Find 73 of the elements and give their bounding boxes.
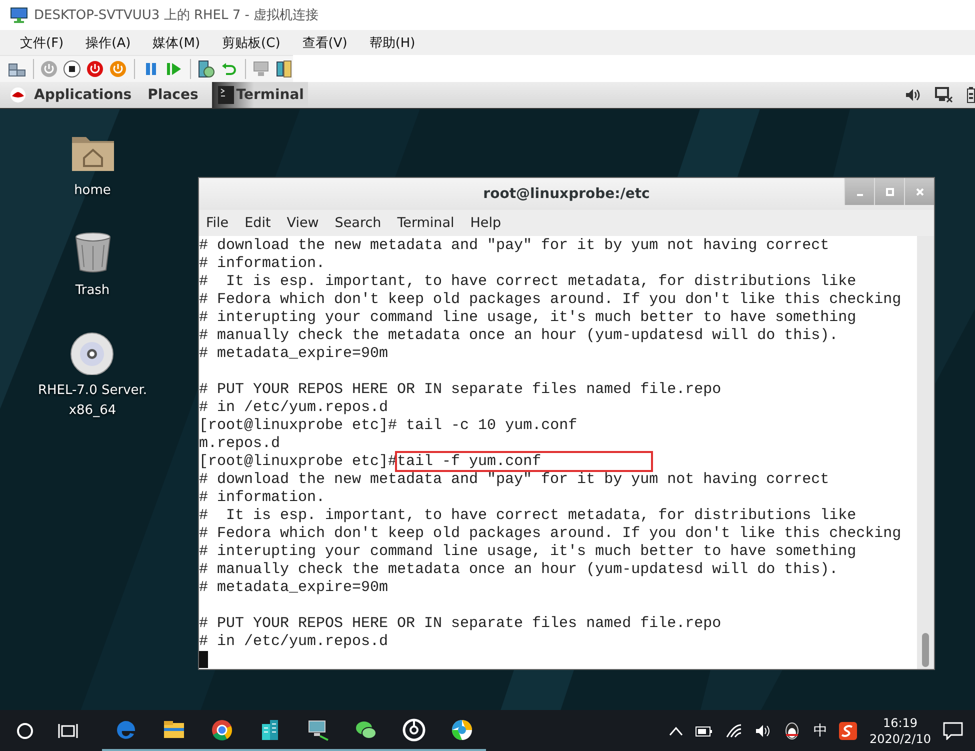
task-view-icon[interactable] [58,722,78,740]
output-line: # Fedora which don't keep old packages around. If you don't like this checking [199,291,902,308]
output-line: # It is esp. important, to have correct metadata, for distributions like [199,507,856,524]
menu-item[interactable]: Search [334,215,382,231]
chevron-up-icon[interactable] [669,726,684,736]
output-line: # in /etc/yum.repos.d [199,633,388,650]
server-icon[interactable] [196,60,215,78]
command-text: tail -f yum.conf [397,453,652,470]
menu-item[interactable]: 剪贴板(C) [222,34,280,52]
power-icon[interactable] [109,60,128,78]
input-method-indicator[interactable]: 中 [813,722,828,740]
menu-item[interactable]: 媒体(M) [152,34,200,52]
output-line: # download the new metadata and "pay" for it by yum not having correct [199,471,830,488]
power-icon[interactable] [86,60,104,78]
undo-icon[interactable] [220,60,238,78]
menu-item[interactable]: File [206,215,229,231]
shell-prompt: [root@linuxprobe etc]# [199,417,398,434]
menu-item[interactable]: Help [470,215,502,231]
battery-icon[interactable] [695,724,714,736]
output-line: # PUT YOUR REPOS HERE OR IN separate files named file.repo [199,381,722,398]
output-line: m.repos.d [199,435,280,452]
command-text: tail -c 10 yum.conf [405,417,578,434]
output-line: # manually check the metadata once an hour (yum-updatesd will do this). [199,561,838,578]
notification-icon[interactable] [943,722,963,740]
output-line: # download the new metadata and "pay" for it by yum not having correct [199,237,830,254]
wifi-icon[interactable] [725,724,744,738]
penguin-icon[interactable] [783,720,802,740]
output-line: # PUT YOUR REPOS HERE OR IN separate files named file.repo [199,615,722,632]
browser-icon[interactable] [210,718,234,742]
output-line: # interupting your command line usage, it's much better to have something [199,309,856,326]
speaker-icon[interactable] [755,724,772,738]
terminal-icon [218,86,234,104]
applications-menu[interactable]: Applications [34,87,132,103]
window-title: root@linuxprobe:/etc [483,186,650,202]
output-line: # information. [199,255,326,272]
menu-item[interactable]: 帮助(H) [369,34,416,52]
output-line: # in /etc/yum.repos.d [199,399,388,416]
battery-icon[interactable] [967,87,975,103]
play-icon[interactable] [164,60,182,78]
window-title: DESKTOP-SVTVUU3 上的 RHEL 7 - 虚拟机连接 [34,7,319,24]
s-logo-icon[interactable] [839,722,858,740]
stop-icon[interactable] [63,60,82,78]
shell-prompt: [root@linuxprobe etc]# [199,453,398,470]
menu-item[interactable]: Edit [244,215,271,231]
monitor-icon [10,7,28,23]
speaker-icon[interactable] [905,88,921,102]
output-line: # manually check the metadata once an hour (yum-updatesd will do this). [199,327,838,344]
output-line: # interupting your command line usage, it's much better to have something [199,543,856,560]
icon-label[interactable]: RHEL-7.0 Server. x86_64 [38,381,148,421]
places-menu[interactable]: Places [148,87,198,103]
browser-icon[interactable] [450,718,474,742]
server-icon[interactable] [275,60,293,78]
hat-icon[interactable] [10,87,26,103]
taskbar-button[interactable]: Terminal [212,82,308,108]
computer-icon[interactable] [306,718,330,742]
circle-icon[interactable] [16,722,34,740]
output-line: # metadata_expire=90m [199,345,388,362]
output-line: # metadata_expire=90m [199,579,388,596]
menu-item[interactable]: Terminal [397,215,454,231]
menu-item[interactable]: 操作(A) [86,34,131,52]
menu-item[interactable]: 文件(F) [20,34,64,52]
clock-date[interactable]: 2020/2/10 [869,730,931,746]
scrollbar-thumb[interactable] [922,633,929,667]
text-cursor [199,651,208,668]
menu-item[interactable]: 查看(V) [302,34,348,52]
icon-label[interactable]: Trash [75,281,110,301]
icon-label[interactable]: home [74,181,111,201]
clock-time[interactable]: 16:19 [882,714,918,730]
network-icon[interactable] [935,87,953,103]
output-line: # Fedora which don't keep old packages around. If you don't like this checking [199,525,902,542]
output-line: # information. [199,489,326,506]
menu-item[interactable]: View [286,215,319,231]
output-line: # It is esp. important, to have correct metadata, for distributions like [199,273,856,290]
